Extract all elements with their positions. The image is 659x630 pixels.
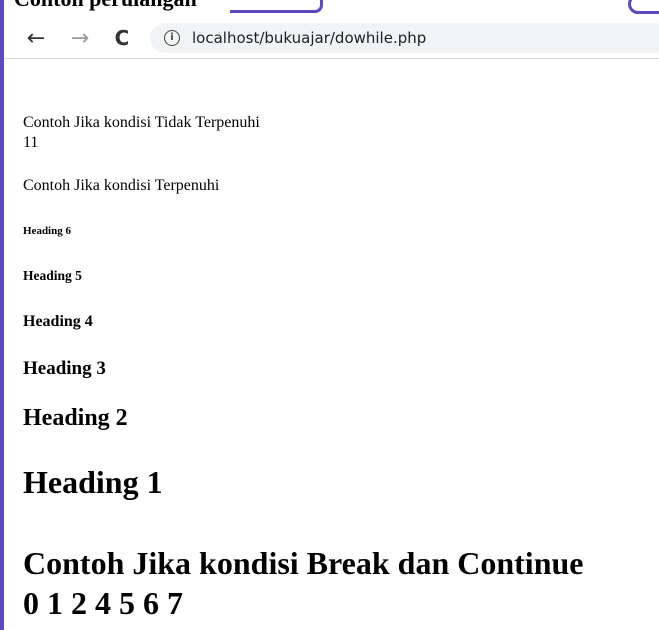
browser-toolbar: ← → C i localhost/bukuajar/dowhile.php xyxy=(4,18,659,59)
back-button[interactable]: ← xyxy=(22,24,50,52)
heading-5: Heading 5 xyxy=(23,268,82,283)
cropped-document-title: Contoh perulangan xyxy=(14,0,197,12)
heading-2: Heading 2 xyxy=(23,405,128,431)
condition-met-text: Contoh Jika kondisi Terpenuhi xyxy=(23,177,220,194)
url-text[interactable]: localhost/bukuajar/dowhile.php xyxy=(192,29,426,47)
document-top-strip: Contoh perulangan xyxy=(0,0,659,20)
reload-icon: C xyxy=(114,26,130,50)
arrow-left-icon: ← xyxy=(26,25,46,51)
heading-4: Heading 4 xyxy=(23,313,93,330)
heading-3: Heading 3 xyxy=(23,358,106,379)
info-icon[interactable]: i xyxy=(164,30,180,46)
heading-1: Heading 1 xyxy=(23,464,163,500)
break-continue-heading: Contoh Jika kondisi Break dan Continue xyxy=(23,545,584,581)
reload-button[interactable]: C xyxy=(108,24,136,52)
break-continue-output: 0 1 2 4 5 6 7 xyxy=(23,585,183,621)
decorative-pill xyxy=(628,0,659,14)
address-bar[interactable]: i localhost/bukuajar/dowhile.php xyxy=(150,23,659,53)
page-content: Contoh Jika kondisi Tidak Terpenuhi 11 C… xyxy=(4,59,659,630)
forward-button[interactable]: → xyxy=(66,24,94,52)
condition-not-met-value: 11 xyxy=(23,134,39,151)
condition-not-met-text: Contoh Jika kondisi Tidak Terpenuhi xyxy=(23,114,260,131)
arrow-right-icon: → xyxy=(70,25,90,51)
browser-window: Contoh perulangan ← → C i localhost/buku… xyxy=(0,0,659,630)
decorative-border xyxy=(230,0,323,13)
heading-6: Heading 6 xyxy=(23,225,71,237)
